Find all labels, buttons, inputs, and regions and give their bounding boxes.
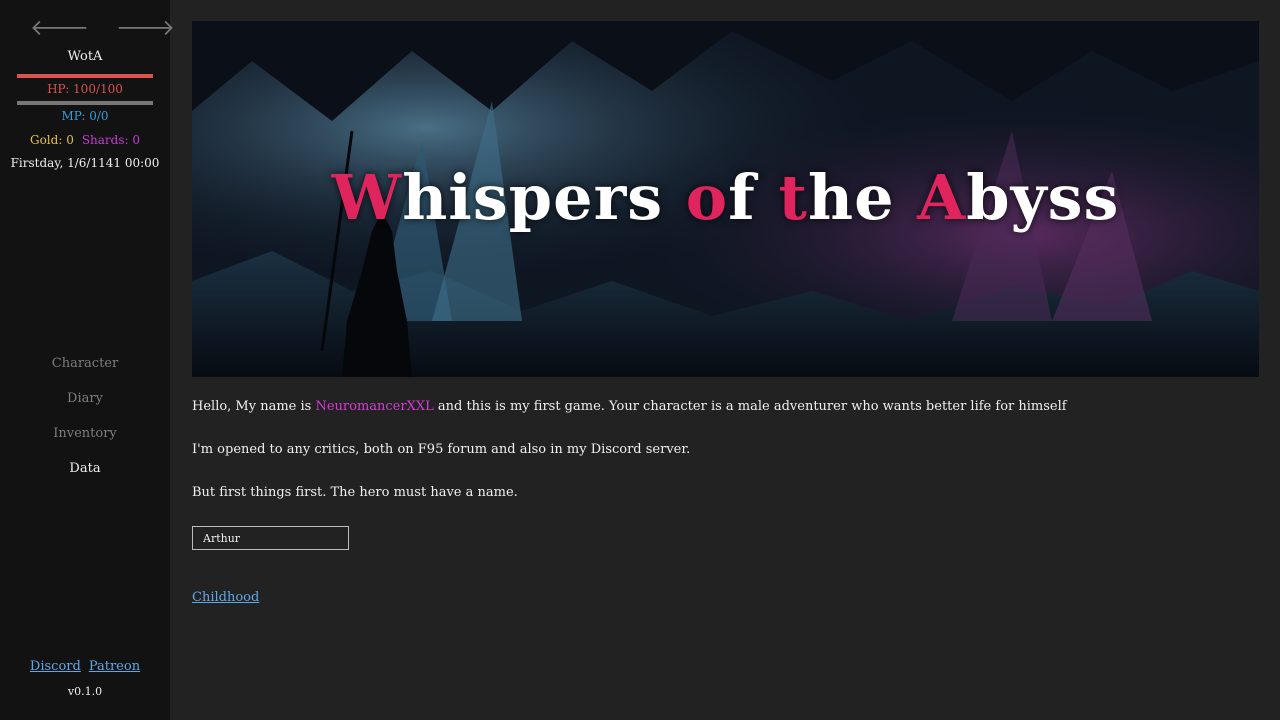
sidebar: 🡐 🡒 WotA HP: 100/100 MP: 0/0 Gold: 0 Shar…	[0, 0, 175, 720]
title-word-the: he	[808, 161, 918, 234]
discord-link[interactable]: Discord	[30, 659, 81, 674]
menu-item-diary[interactable]: Diary	[0, 390, 170, 425]
version-label: v0.1.0	[67, 685, 103, 698]
menu-item-data[interactable]: Data	[0, 460, 170, 495]
intro-paragraph: Hello, My name is NeuromancerXXL and thi…	[192, 398, 1067, 416]
arrow-right-icon[interactable]: 🡒	[116, 18, 175, 42]
menu-item-character[interactable]: Character	[0, 355, 170, 390]
patreon-link[interactable]: Patreon	[89, 659, 140, 674]
menu-item-inventory[interactable]: Inventory	[0, 425, 170, 460]
title-banner: Whispers of the Abyss	[192, 21, 1259, 377]
author-name: NeuromancerXXL	[315, 399, 434, 414]
critics-paragraph: I'm opened to any critics, both on F95 f…	[192, 442, 691, 457]
title-word-of: f	[728, 161, 779, 234]
intro-before: Hello, My name is	[192, 399, 316, 414]
name-prompt: But first things first. The hero must ha…	[192, 485, 518, 500]
intro-after: and this is my first game. Your characte…	[433, 399, 1067, 414]
hp-bar	[17, 74, 153, 78]
childhood-link[interactable]: Childhood	[192, 590, 259, 605]
title-initial-o: o	[685, 161, 729, 234]
sidebar-menu: Character Diary Inventory Data	[0, 355, 170, 495]
hero-name-input[interactable]	[192, 526, 349, 550]
mp-bar	[17, 101, 153, 105]
shards-counter: Shards: 0	[81, 133, 140, 147]
title-initial-a: A	[917, 161, 967, 234]
title-word-abyss: byss	[966, 161, 1120, 234]
gold-counter: Gold: 0	[30, 133, 74, 147]
story-title: WotA	[67, 49, 103, 64]
game-title: Whispers of the Abyss	[192, 161, 1259, 234]
mp-text: MP: 0/0	[61, 109, 109, 123]
title-word-whispers: hispers	[402, 161, 686, 234]
arrow-left-icon[interactable]: 🡐	[30, 18, 89, 42]
main-content: Whispers of the Abyss Hello, My name is …	[192, 21, 1259, 605]
title-initial-t: t	[778, 161, 808, 234]
footer-links: Discord Patreon	[0, 659, 170, 674]
title-initial-w: W	[331, 161, 403, 234]
history-nav: 🡐 🡒	[0, 18, 175, 42]
hp-bar-fill	[17, 74, 153, 78]
hp-text: HP: 100/100	[47, 82, 123, 96]
currency-row: Gold: 0 Shards: 0	[0, 133, 170, 147]
game-date: Firstday, 1/6/1141 00:00	[10, 156, 160, 170]
